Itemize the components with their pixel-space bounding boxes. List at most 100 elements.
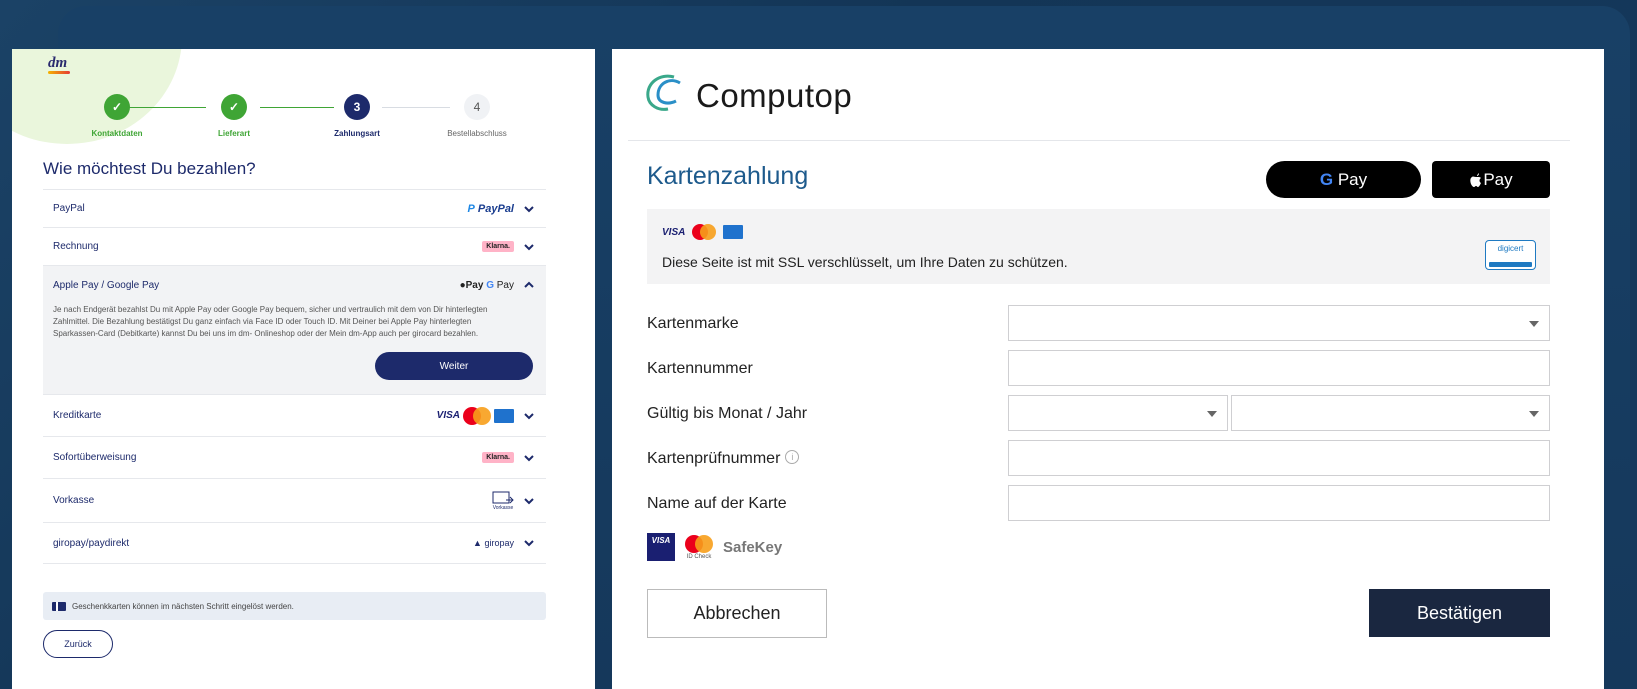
page-title: Wie möchtest Du bezahlen? — [43, 159, 256, 178]
payment-option-label: PayPal — [53, 203, 85, 214]
computop-payment-panel: Computop Kartenzahlung G Pay Pay VISA Di… — [612, 49, 1604, 689]
payment-option-label: Kreditkarte — [53, 410, 102, 421]
chevron-down-icon[interactable] — [522, 451, 536, 465]
chevron-down-icon[interactable] — [522, 494, 536, 508]
payment-option-label: Apple Pay / Google Pay — [53, 279, 160, 291]
amex-icon — [723, 225, 744, 239]
apple-google-pay-logo: ● Pay G Pay — [459, 279, 514, 291]
weiter-button[interactable]: Weiter — [375, 352, 533, 380]
computop-header: Computop — [612, 49, 1604, 141]
confirm-button[interactable]: Bestätigen — [1369, 589, 1550, 637]
gift-card-text: Geschenkkarten können im nächsten Schrit… — [72, 601, 294, 611]
expiry-year-select[interactable] — [1231, 395, 1550, 431]
visa-logo: VISA — [662, 226, 686, 238]
google-g-icon: G — [486, 279, 494, 291]
cardholder-name-input[interactable] — [1008, 485, 1550, 521]
header-divider — [628, 140, 1570, 141]
step-lieferart[interactable]: ✓ Lieferart — [189, 94, 279, 138]
bank-transfer-icon — [492, 491, 514, 503]
payment-option-header[interactable]: Apple Pay / Google Pay ● Pay G Pay — [53, 266, 536, 304]
step-label: Bestellabschluss — [447, 129, 507, 138]
back-button[interactable]: Zurück — [43, 630, 113, 658]
apple-icon — [1470, 172, 1482, 187]
payment-option-label: giropay/paydirekt — [53, 537, 130, 549]
chevron-down-icon[interactable] — [522, 409, 536, 423]
visa-secure-logo: VISA — [647, 533, 675, 561]
gift-card-icon — [52, 601, 66, 611]
amex-safekey-logo: SafeKey — [723, 538, 783, 556]
paypal-logo: P PayPal — [467, 202, 515, 215]
dropdown-arrow-icon — [1207, 411, 1217, 417]
step-label: Lieferart — [217, 129, 250, 138]
google-pay-button[interactable]: G Pay — [1266, 161, 1421, 198]
seal-bar — [1489, 262, 1532, 267]
form-row-kartenmarke: Kartenmarke — [647, 305, 1550, 341]
computop-logo-icon — [646, 74, 681, 111]
google-g-icon: G — [1319, 169, 1334, 189]
apple-pay-button[interactable]: Pay — [1432, 161, 1550, 198]
check-icon: ✓ — [221, 94, 247, 120]
chevron-down-icon[interactable] — [522, 536, 536, 550]
payment-option-giropay[interactable]: giropay/paydirekt ▲ giropay — [43, 522, 546, 564]
mastercard-icon — [463, 406, 491, 425]
digicert-seal[interactable]: digicert — [1485, 240, 1536, 270]
card-brand-select[interactable] — [1008, 305, 1550, 341]
payment-option-rechnung[interactable]: Rechnung Klarna. — [43, 227, 546, 265]
dropdown-arrow-icon — [1529, 411, 1539, 417]
field-label: Kartenprüfnummer i — [647, 450, 800, 468]
ssl-notice: Diese Seite ist mit SSL verschlüsselt, u… — [662, 254, 1068, 270]
payment-option-kreditkarte[interactable]: Kreditkarte VISA — [43, 394, 546, 436]
step-zahlungsart: 3 Zahlungsart — [312, 94, 402, 138]
vorkasse-logo: Vorkasse — [492, 491, 514, 511]
mastercard-icon — [692, 224, 717, 240]
payment-option-label: Sofortüberweisung — [53, 452, 137, 463]
field-label: Name auf der Karte — [647, 495, 787, 512]
form-row-kartennummer: Kartennummer — [647, 350, 1550, 386]
secure-logos: VISA ID Check SafeKey — [647, 533, 782, 561]
chevron-down-icon[interactable] — [522, 202, 536, 216]
step-label: Kontaktdaten — [91, 129, 143, 138]
field-label: Gültig bis Monat / Jahr — [647, 405, 808, 422]
payment-description: Je nach Endgerät bezahlst Du mit Apple P… — [53, 305, 488, 338]
klarna-logo: Klarna. — [482, 452, 514, 463]
field-label: Kartenmarke — [647, 315, 739, 332]
computop-logo-text: Computop — [696, 77, 853, 114]
form-row-kartenpruefnummer: Kartenprüfnummer i — [647, 440, 1550, 476]
dm-checkout-panel: dm ✓ Kontaktdaten ✓ Lieferart 3 Zahlungs… — [12, 49, 595, 689]
dm-logo[interactable]: dm — [48, 55, 67, 72]
payment-option-vorkasse[interactable]: Vorkasse Vorkasse — [43, 478, 546, 522]
klarna-logo: Klarna. — [482, 241, 514, 252]
step-bestellabschluss: 4 Bestellabschluss — [432, 94, 522, 138]
step-number: 4 — [464, 94, 490, 120]
step-label: Zahlungsart — [334, 129, 380, 138]
chevron-up-icon[interactable] — [522, 278, 536, 292]
payment-option-label: Rechnung — [53, 241, 99, 252]
amex-icon — [494, 408, 514, 423]
step-kontaktdaten[interactable]: ✓ Kontaktdaten — [72, 94, 162, 138]
expiry-month-select[interactable] — [1008, 395, 1228, 431]
field-label: Kartennummer — [647, 360, 753, 377]
page-title: Kartenzahlung — [647, 162, 809, 190]
card-logos: VISA — [436, 406, 514, 425]
accepted-cards: VISA — [662, 223, 744, 241]
info-icon[interactable]: i — [785, 450, 800, 464]
gift-card-note: Geschenkkarten können im nächsten Schrit… — [43, 592, 546, 620]
chevron-down-icon[interactable] — [522, 240, 536, 254]
ssl-info-box: VISA Diese Seite ist mit SSL verschlüsse… — [647, 209, 1550, 284]
payment-method-list: PayPal P PayPal Rechnung Klarna. Apple P… — [43, 189, 546, 564]
payment-option-applepay-googlepay[interactable]: Apple Pay / Google Pay ● Pay G Pay Je nac… — [43, 265, 546, 394]
check-icon: ✓ — [104, 94, 130, 120]
form-row-name-auf-karte: Name auf der Karte — [647, 485, 1550, 521]
payment-option-paypal[interactable]: PayPal P PayPal — [43, 189, 546, 227]
giropay-logo: ▲ giropay — [473, 538, 514, 548]
visa-logo: VISA — [436, 410, 460, 421]
cancel-button[interactable]: Abbrechen — [647, 589, 827, 638]
payment-option-sofortueberweisung[interactable]: Sofortüberweisung Klarna. — [43, 436, 546, 478]
mastercard-icon — [685, 535, 713, 553]
dropdown-arrow-icon — [1529, 321, 1539, 327]
step-number: 3 — [344, 94, 370, 120]
dm-logo-underline — [48, 71, 70, 74]
card-number-input[interactable] — [1008, 350, 1550, 386]
payment-option-label: Vorkasse — [53, 495, 95, 506]
cvc-input[interactable] — [1008, 440, 1550, 476]
